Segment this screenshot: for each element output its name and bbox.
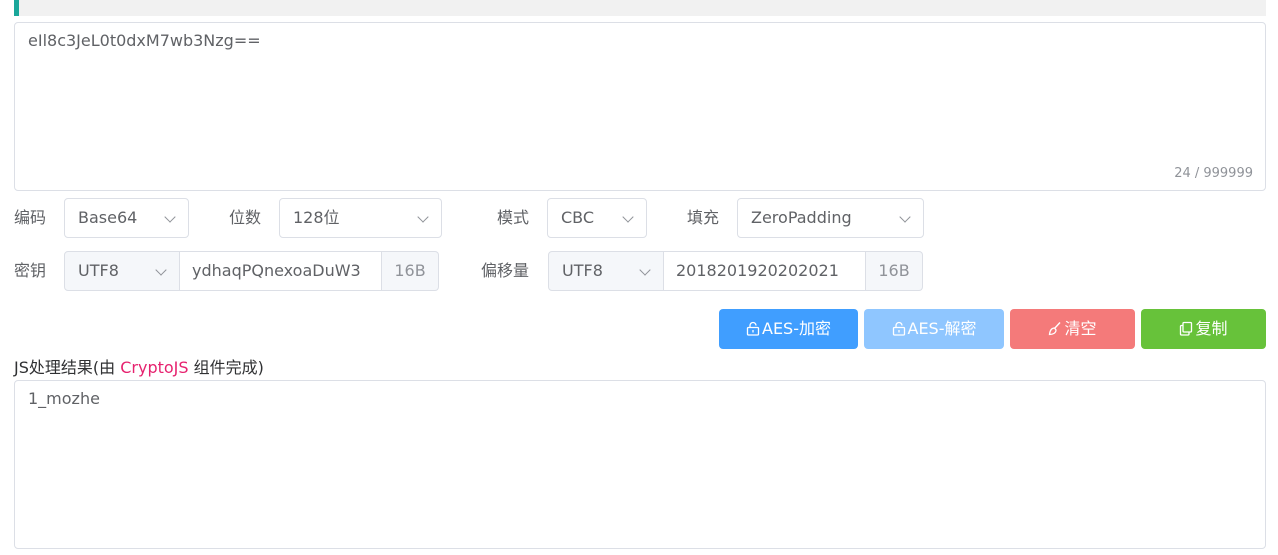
copy-icon <box>1180 321 1193 336</box>
result-label-suffix: 组件完成) <box>188 358 264 377</box>
ciphertext-input[interactable]: eIl8c3JeL0t0dxM7wb3Nzg== 24 / 999999 <box>14 22 1266 191</box>
encoding-value: Base64 <box>78 208 138 227</box>
ciphertext-value: eIl8c3JeL0t0dxM7wb3Nzg== <box>28 31 261 50</box>
chevron-down-icon <box>622 211 634 223</box>
result-label-library: CryptoJS <box>120 358 189 377</box>
iv-charset-select[interactable]: UTF8 <box>548 251 664 291</box>
iv-charset-value: UTF8 <box>562 261 603 280</box>
iv-input[interactable]: 2018201920202021 <box>664 251 866 291</box>
chevron-down-icon <box>417 211 429 223</box>
char-counter: 24 / 999999 <box>1174 166 1253 181</box>
iv-value: 2018201920202021 <box>676 261 839 280</box>
chevron-down-icon <box>639 264 651 276</box>
key-size-badge: 16B <box>382 251 439 291</box>
top-tab-bar <box>14 0 1266 16</box>
result-value: 1_mozhe <box>28 389 100 408</box>
brush-icon <box>1049 322 1062 336</box>
clear-button[interactable]: 清空 <box>1010 309 1135 349</box>
mode-label: 模式 <box>497 208 530 227</box>
clear-label: 清空 <box>1064 319 1097 338</box>
chevron-down-icon <box>155 264 167 276</box>
padding-select[interactable]: ZeroPadding <box>737 198 924 238</box>
key-label: 密钥 <box>14 261 47 280</box>
encoding-label: 编码 <box>14 208 47 227</box>
bits-label: 位数 <box>229 208 262 227</box>
aes-decrypt-label: AES-解密 <box>907 319 977 338</box>
aes-decrypt-button[interactable]: AES-解密 <box>864 309 1004 349</box>
bits-select[interactable]: 128位 <box>279 198 442 238</box>
encoding-select[interactable]: Base64 <box>64 198 189 238</box>
padding-label: 填充 <box>687 208 720 227</box>
key-value: ydhaqPQnexoaDuW3 <box>192 261 361 280</box>
chevron-down-icon <box>164 211 176 223</box>
result-label: JS处理结果(由 CryptoJS 组件完成) <box>14 357 264 379</box>
bits-value: 128位 <box>293 208 340 227</box>
key-charset-value: UTF8 <box>78 261 119 280</box>
unlock-icon <box>746 321 760 336</box>
mode-value: CBC <box>561 208 595 227</box>
key-input[interactable]: ydhaqPQnexoaDuW3 <box>180 251 382 291</box>
result-label-prefix: JS处理结果(由 <box>14 358 121 377</box>
chevron-down-icon <box>899 211 911 223</box>
copy-button[interactable]: 复制 <box>1141 309 1266 349</box>
mode-select[interactable]: CBC <box>547 198 647 238</box>
iv-label: 偏移量 <box>481 261 530 280</box>
key-charset-select[interactable]: UTF8 <box>64 251 180 291</box>
aes-encrypt-label: AES-加密 <box>762 319 831 338</box>
aes-encrypt-button[interactable]: AES-加密 <box>719 309 858 349</box>
padding-value: ZeroPadding <box>751 208 852 227</box>
result-output[interactable]: 1_mozhe <box>14 380 1266 549</box>
unlock-icon <box>892 321 905 336</box>
iv-size-badge: 16B <box>866 251 923 291</box>
copy-label: 复制 <box>1195 319 1228 338</box>
